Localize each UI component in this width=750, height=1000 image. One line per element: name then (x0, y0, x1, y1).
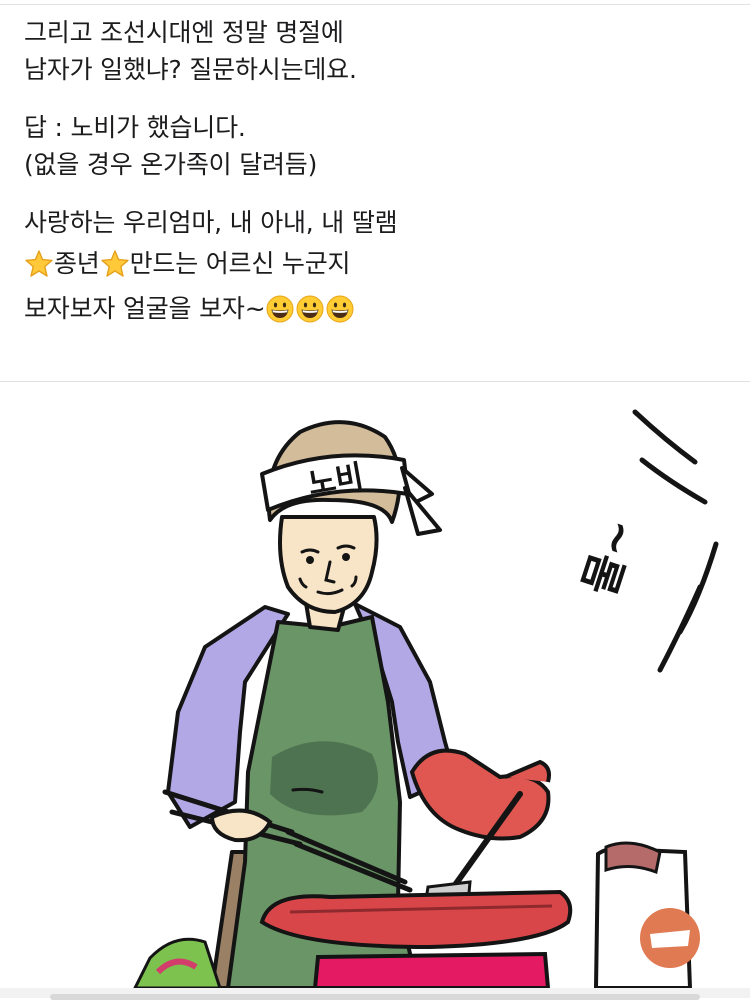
sfx-text: 물~ (574, 512, 646, 601)
grinning-face-emoji-icon (266, 295, 294, 322)
top-divider (0, 4, 750, 5)
post-line-4: (없을 경우 온가족이 달려듬) (24, 150, 318, 179)
post-line-7-text: 보자보자 얼굴을 보자~ (24, 294, 266, 323)
grinning-face-emoji-icon (326, 295, 354, 322)
star-emoji-icon (100, 249, 129, 277)
comment-input-edge[interactable] (50, 994, 700, 1000)
post-line-1: 그리고 조선시대엔 정말 명절에 (24, 18, 344, 47)
post-line-5: 사랑하는 우리엄마, 내 아내, 내 딸램 (24, 208, 398, 237)
post-line-6-rest: 만드는 어르신 누군지 (129, 249, 351, 278)
post-line-7: 보자보자 얼굴을 보자~ (24, 286, 724, 331)
grinning-face-emoji-icon (296, 295, 324, 322)
post-line-2: 남자가 일했냐? 질문하시는데요. (24, 55, 357, 84)
frying-pan (259, 889, 573, 950)
post-line-6: 종년 만드는 어르신 누군지 (24, 241, 724, 286)
post-line-3: 답 : 노비가 했습니다. (24, 113, 246, 142)
stove (312, 951, 551, 988)
post-text: 그리고 조선시대엔 정말 명절에 남자가 일했냐? 질문하시는데요. 답 : 노… (24, 14, 724, 331)
illustration-cooking-cartoon: 노비 물~ (133, 409, 719, 988)
oven-mitt (409, 748, 551, 841)
star-emoji-icon (25, 249, 53, 277)
post-line-6-word: 종년 (54, 249, 100, 278)
